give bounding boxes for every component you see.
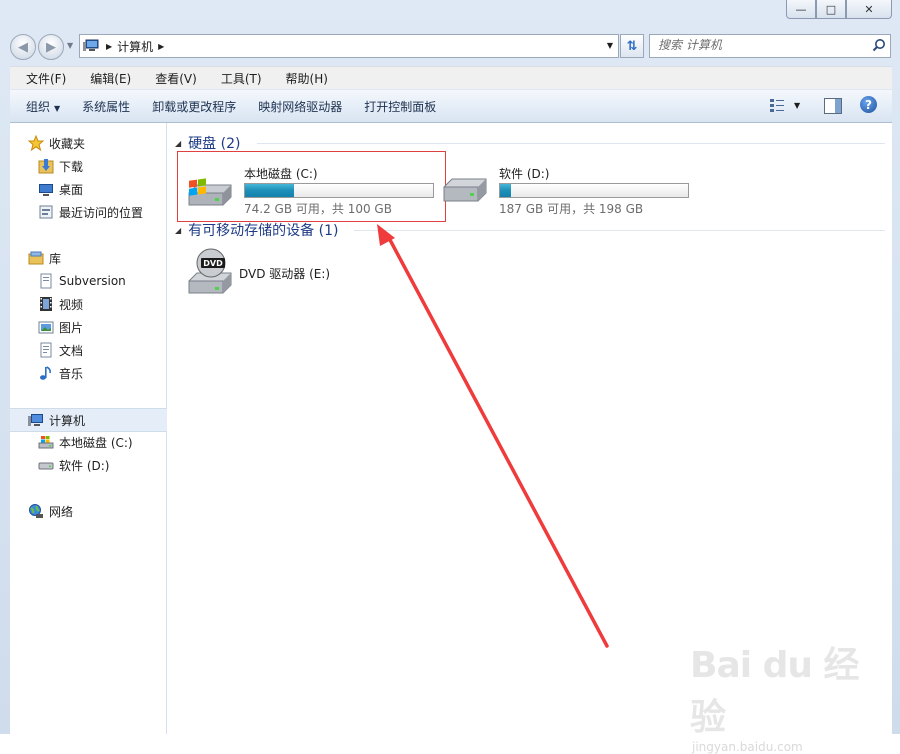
window-controls: — □ ✕ <box>786 0 892 20</box>
change-view-button[interactable]: ▼ <box>770 98 800 112</box>
drive-label: 软件 (D:) <box>499 167 550 181</box>
address-bar[interactable]: ▶ 计算机 ▶ ▼ <box>79 34 619 58</box>
menu-bar: 文件(F) 编辑(E) 查看(V) 工具(T) 帮助(H) <box>10 66 892 89</box>
group-divider <box>354 230 885 231</box>
menu-view[interactable]: 查看(V) <box>138 70 204 87</box>
collapse-triangle-icon[interactable]: ◢ <box>175 226 181 235</box>
uninstall-program-button[interactable]: 卸载或更改程序 <box>152 98 236 115</box>
close-button[interactable]: ✕ <box>846 0 892 19</box>
group-divider <box>257 143 885 144</box>
nav-network-label: 网络 <box>49 504 74 519</box>
nav-network[interactable]: 网络 <box>10 500 184 522</box>
search-box[interactable] <box>649 34 891 58</box>
nav-item-label: 音乐 <box>59 366 84 381</box>
recent-places-icon <box>39 205 53 219</box>
menu-tools[interactable]: 工具(T) <box>204 70 269 87</box>
nav-favorites[interactable]: 收藏夹 <box>10 132 184 154</box>
group-header-removable[interactable]: ◢ 有可移动存储的设备 (1) <box>175 220 338 240</box>
preview-pane-button[interactable] <box>824 98 842 114</box>
system-drive-icon <box>38 436 54 449</box>
videos-icon <box>40 297 52 311</box>
nav-item-label: Subversion <box>59 274 126 288</box>
organize-label: 组织 <box>26 99 51 114</box>
drive-usage-bar <box>499 183 689 198</box>
watermark-url: jingyan.baidu.com <box>692 740 803 754</box>
menu-edit[interactable]: 编辑(E) <box>73 70 138 87</box>
view-options-icon <box>770 99 784 112</box>
map-network-drive-button[interactable]: 映射网络驱动器 <box>258 98 342 115</box>
nav-item-label: 软件 (D:) <box>59 458 110 473</box>
help-icon[interactable]: ? <box>860 96 877 113</box>
navigation-bar: ◀ ▶ ▼ ▶ 计算机 ▶ ▼ ⇅ <box>0 30 900 62</box>
drive-usage-fill <box>500 184 511 197</box>
group-header-hard-disks[interactable]: ◢ 硬盘 (2) <box>175 133 240 153</box>
desktop-icon <box>39 184 53 196</box>
forward-arrow-icon: ▶ <box>46 39 56 55</box>
forward-button[interactable]: ▶ <box>38 34 64 60</box>
nav-computer[interactable]: 计算机 <box>10 408 184 432</box>
libraries-icon <box>28 251 44 265</box>
explorer-window: — □ ✕ ◀ ▶ ▼ ▶ 计算机 ▶ ▼ ⇅ 搜索 计算机 文件(F) 编辑(… <box>0 0 900 754</box>
refresh-icon: ⇅ <box>626 38 638 54</box>
breadcrumb-chevron-icon[interactable]: ▶ <box>158 42 164 51</box>
computer-icon <box>28 414 43 426</box>
downloads-folder-icon <box>38 159 54 174</box>
breadcrumb-chevron-icon[interactable]: ▶ <box>106 42 112 51</box>
menu-help[interactable]: 帮助(H) <box>269 70 335 87</box>
nav-item-label: 桌面 <box>59 182 84 197</box>
nav-libraries[interactable]: 库 <box>10 247 184 269</box>
nav-item-label: 本地磁盘 (C:) <box>59 435 133 450</box>
highlight-annotation-box <box>177 151 446 222</box>
back-arrow-icon: ◀ <box>18 39 28 55</box>
system-properties-button[interactable]: 系统属性 <box>82 98 130 115</box>
nav-item-label: 下载 <box>59 159 84 174</box>
baidu-watermark: Bai du 经验 jingyan.baidu.com <box>690 636 860 754</box>
nav-item-label: 最近访问的位置 <box>59 205 144 220</box>
pictures-icon <box>38 321 54 334</box>
open-control-panel-button[interactable]: 打开控制面板 <box>364 98 436 115</box>
back-button[interactable]: ◀ <box>10 34 36 60</box>
dvd-logo-text: DVD <box>203 259 223 268</box>
drive-d[interactable]: 软件 (D:) 187 GB 可用，共 198 GB <box>436 155 696 219</box>
music-icon <box>40 366 51 380</box>
dvd-drive-icon: DVD <box>188 248 232 294</box>
collapse-triangle-icon[interactable]: ◢ <box>175 139 181 148</box>
nav-computer-label: 计算机 <box>49 413 86 428</box>
nav-item-label: 图片 <box>59 320 84 335</box>
view-dropdown-icon: ▼ <box>794 100 801 110</box>
maximize-button[interactable]: □ <box>816 0 846 19</box>
documents-icon <box>40 342 52 358</box>
network-icon <box>29 504 43 518</box>
computer-icon <box>83 39 99 51</box>
menu-file[interactable]: 文件(F) <box>10 70 73 87</box>
nav-libraries-label: 库 <box>49 251 62 266</box>
minimize-button[interactable]: — <box>786 0 816 19</box>
refresh-button[interactable]: ⇅ <box>620 34 644 58</box>
organize-button[interactable]: 组织 ▼ <box>26 98 60 115</box>
nav-item-label: 视频 <box>59 297 84 312</box>
drive-free-space: 187 GB 可用，共 198 GB <box>499 202 644 216</box>
search-icon[interactable] <box>872 38 886 52</box>
drive-e-dvd[interactable]: DVD DVD 驱动器 (E:) <box>181 245 381 301</box>
baidu-logo: Bai du 经验 <box>690 645 860 738</box>
library-document-icon <box>40 273 52 289</box>
breadcrumb-computer[interactable]: 计算机 <box>117 38 153 55</box>
group-title: 硬盘 (2) <box>188 136 241 152</box>
search-input[interactable] <box>650 35 863 55</box>
address-dropdown-icon[interactable]: ▼ <box>607 41 613 50</box>
drive-label: DVD 驱动器 (E:) <box>239 267 331 281</box>
nav-item-label: 文档 <box>59 343 84 358</box>
star-icon <box>28 135 44 151</box>
recent-pages-dropdown-icon[interactable]: ▼ <box>67 41 73 50</box>
command-bar: 组织 ▼ 系统属性 卸载或更改程序 映射网络驱动器 打开控制面板 ▼ ? <box>10 90 892 123</box>
navigation-pane: 收藏夹 下载 桌面 最近访问的位置 库 Subversion 视频 图片 文档 … <box>10 123 184 734</box>
hard-drive-icon <box>443 178 487 202</box>
dropdown-arrow-icon: ▼ <box>54 103 61 113</box>
hard-drive-icon <box>38 462 54 470</box>
group-title: 有可移动存储的设备 (1) <box>188 223 339 239</box>
nav-favorites-label: 收藏夹 <box>49 136 86 151</box>
